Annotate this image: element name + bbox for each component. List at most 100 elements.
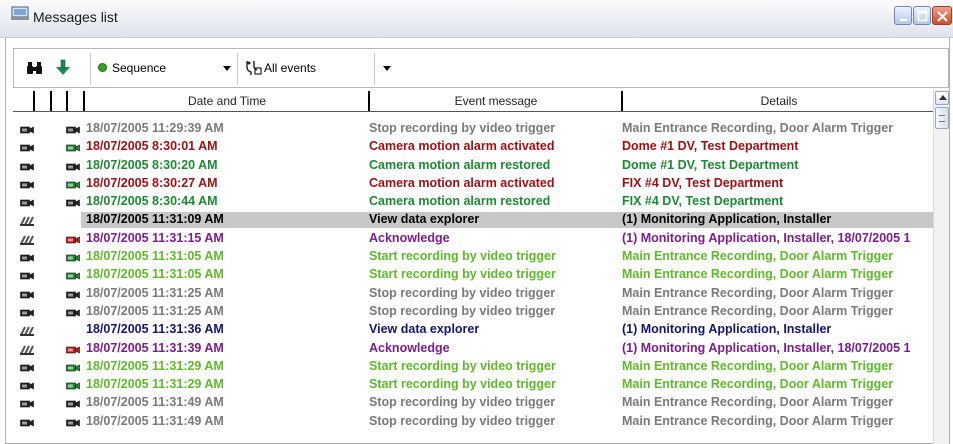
row-details: (1) Monitoring Application, Installer — [622, 212, 832, 227]
row-date-time: 18/07/2005 11:31:25 AM — [86, 285, 224, 300]
camera-active-icon — [66, 362, 80, 372]
column-header-details[interactable]: Details — [625, 94, 933, 108]
column-divider[interactable] — [621, 91, 623, 111]
window-title: Messages list — [33, 9, 118, 25]
camera-icon — [20, 289, 34, 299]
messages-grid: Date and Time Event message Details 18/0… — [13, 90, 933, 444]
row-details: Main Entrance Recording, Door Alarm Trig… — [622, 377, 894, 392]
row-event-message: Camera motion alarm activated — [369, 175, 555, 190]
column-divider[interactable] — [66, 91, 68, 111]
title-bar[interactable]: Messages list — [0, 0, 953, 38]
message-row[interactable]: 18/07/2005 8:30:44 AM Camera motion alarm… — [13, 193, 933, 211]
row-details: Main Entrance Recording, Door Alarm Trig… — [622, 267, 894, 282]
camera-icon — [20, 197, 34, 207]
row-details: Main Entrance Recording, Door Alarm Trig… — [622, 121, 894, 135]
binoculars-icon[interactable] — [26, 59, 44, 77]
row-event-message: Camera motion alarm activated — [369, 139, 555, 154]
row-date-time: 18/07/2005 11:31:29 AM — [86, 377, 224, 392]
sequence-status-dot-icon — [98, 63, 107, 72]
events-filter-icon — [246, 61, 262, 75]
message-row[interactable]: 18/07/2005 8:30:20 AM Camera motion alarm… — [13, 157, 933, 175]
row-date-time: 18/07/2005 8:30:27 AM — [86, 175, 218, 190]
camera-icon — [20, 142, 34, 152]
move-down-arrow-icon[interactable] — [54, 59, 72, 77]
toolbar-separator — [374, 53, 375, 85]
row-date-time: 18/07/2005 8:30:20 AM — [86, 157, 218, 172]
row-date-time: 18/07/2005 11:29:39 AM — [86, 121, 224, 135]
sequence-dropdown-arrow-icon[interactable] — [223, 66, 231, 71]
camera-icon — [20, 161, 34, 171]
grid-header: Date and Time Event message Details — [13, 90, 933, 112]
row-details: (1) Monitoring Application, Installer, 1… — [622, 340, 911, 355]
message-row[interactable]: 18/07/2005 11:31:29 AM Start recording by… — [13, 358, 933, 376]
message-row[interactable]: 18/07/2005 11:31:09 AM View data explorer… — [13, 211, 933, 229]
close-button[interactable] — [932, 6, 952, 25]
application-icon — [20, 344, 34, 355]
messages-list-app-icon — [11, 6, 29, 20]
camera-active-icon — [66, 270, 80, 280]
message-row[interactable]: 18/07/2005 11:31:25 AM Stop recording by … — [13, 303, 933, 321]
camera-icon — [20, 398, 34, 408]
camera-active-icon — [66, 142, 80, 152]
row-event-message: Acknowledge — [369, 340, 450, 355]
message-row[interactable]: 18/07/2005 11:31:29 AM Start recording by… — [13, 376, 933, 394]
row-details: Main Entrance Recording, Door Alarm Trig… — [622, 249, 894, 264]
message-row[interactable]: 18/07/2005 11:31:05 AM Start recording by… — [13, 248, 933, 266]
scroll-up-button[interactable] — [935, 91, 949, 105]
camera-active-icon — [66, 179, 80, 189]
events-filter-arrow-icon[interactable] — [383, 66, 391, 71]
column-header-date-time[interactable]: Date and Time — [85, 94, 369, 108]
row-date-time: 18/07/2005 11:31:49 AM — [86, 413, 224, 428]
minimize-button[interactable] — [894, 6, 912, 25]
camera-icon — [20, 124, 34, 134]
row-date-time: 18/07/2005 11:31:39 AM — [86, 340, 224, 355]
row-event-message: Stop recording by video trigger — [369, 303, 556, 318]
row-details: Dome #1 DV, Test Department — [622, 157, 799, 172]
row-date-time: 18/07/2005 8:30:44 AM — [86, 194, 218, 209]
column-divider[interactable] — [33, 91, 35, 111]
camera-icon — [20, 362, 34, 372]
camera-icon — [66, 124, 80, 134]
row-event-message: Start recording by video trigger — [369, 267, 556, 282]
toolbar: Sequence All events — [13, 48, 949, 88]
row-event-message: Start recording by video trigger — [369, 377, 556, 392]
camera-icon — [20, 252, 34, 262]
message-row[interactable]: 18/07/2005 11:31:15 AM Acknowledge (1) Mon… — [13, 230, 933, 248]
maximize-button[interactable] — [913, 6, 931, 25]
sequence-dropdown-label: Sequence — [112, 61, 167, 75]
row-date-time: 18/07/2005 8:30:01 AM — [86, 139, 218, 154]
message-rows: 18/07/2005 11:29:39 AM Stop recording by … — [13, 120, 933, 431]
camera-alarm-icon — [66, 344, 80, 354]
message-row[interactable]: 18/07/2005 11:31:49 AM Stop recording by … — [13, 413, 933, 431]
application-icon — [20, 325, 34, 337]
row-event-message: Stop recording by video trigger — [369, 121, 556, 135]
message-row[interactable]: 18/07/2005 8:30:27 AM Camera motion alarm… — [13, 175, 933, 193]
message-row[interactable]: 18/07/2005 8:30:01 AM Camera motion alarm… — [13, 138, 933, 156]
message-row[interactable]: 18/07/2005 11:31:49 AM Stop recording by … — [13, 394, 933, 412]
message-row[interactable]: 18/07/2005 11:31:36 AM View data explorer… — [13, 321, 933, 339]
application-icon — [20, 234, 34, 245]
row-details: FIX #4 DV, Test Department — [622, 175, 784, 190]
toolbar-separator — [90, 53, 91, 85]
scroll-thumb[interactable] — [935, 107, 949, 129]
row-event-message: Start recording by video trigger — [369, 249, 556, 264]
column-header-event-message[interactable]: Event message — [371, 94, 621, 108]
camera-icon — [66, 197, 80, 207]
vertical-scrollbar[interactable] — [933, 90, 949, 444]
message-row[interactable]: 18/07/2005 11:31:39 AM Acknowledge (1) Mon… — [13, 340, 933, 358]
minimize-icon — [900, 19, 907, 21]
message-row[interactable]: 18/07/2005 11:31:25 AM Stop recording by … — [13, 285, 933, 303]
row-date-time: 18/07/2005 11:31:09 AM — [86, 212, 224, 227]
row-details: (1) Monitoring Application, Installer, 1… — [622, 230, 911, 245]
message-row[interactable]: 18/07/2005 11:29:39 AM Stop recording by … — [13, 120, 933, 138]
row-details: Main Entrance Recording, Door Alarm Trig… — [622, 395, 894, 410]
row-details: (1) Monitoring Application, Installer — [622, 322, 832, 337]
column-divider[interactable] — [50, 91, 52, 111]
message-row[interactable]: 18/07/2005 11:31:05 AM Start recording by… — [13, 266, 933, 284]
row-event-message: Stop recording by video trigger — [369, 285, 556, 300]
row-date-time: 18/07/2005 11:31:29 AM — [86, 358, 224, 373]
row-event-message: Camera motion alarm restored — [369, 194, 551, 209]
row-event-message: View data explorer — [369, 322, 480, 337]
camera-icon — [20, 380, 34, 390]
row-date-time: 18/07/2005 11:31:36 AM — [86, 322, 224, 337]
